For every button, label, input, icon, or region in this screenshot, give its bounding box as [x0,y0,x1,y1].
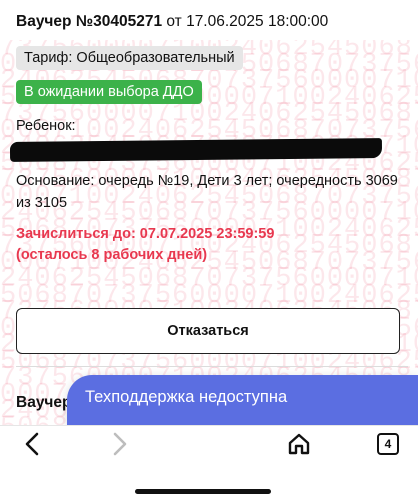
support-banner[interactable]: Техподдержка недоступна [67,375,418,425]
tabs-button[interactable]: 4 [368,426,408,462]
next-voucher-divider [16,366,408,367]
voucher-date: от 17.06.2025 18:00:00 [162,13,329,30]
watermark-line: 240625450687073756000071002406254 [0,264,418,294]
deadline-remaining: (осталось 8 рабочих дней) [16,247,208,263]
voucher-number: Ваучер №30405271 [16,13,163,30]
enrollment-deadline: Зачислиться до: 07.07.2025 23:59:59 (ост… [16,224,274,266]
forward-button[interactable] [100,426,140,462]
home-indicator [135,489,271,494]
refuse-button[interactable]: Отказаться [16,308,400,354]
child-label: Ребенок: [16,118,76,134]
home-button[interactable] [279,426,319,462]
support-label: Техподдержка недоступна [85,388,288,406]
home-icon [288,433,310,455]
chevron-right-icon [113,432,127,456]
tariff-badge: Тариф: Общеобразовательный [16,46,243,70]
redacted-child-name [9,138,383,162]
chevron-left-icon [25,432,39,456]
tabs-count-icon: 4 [377,433,399,455]
watermark-line: 506870737560000710024062545068707 [0,280,418,311]
watermark-line: 506870737560000710024062545068707 [0,346,418,377]
voucher-page: 7375600007100240625450687073756000007100… [0,0,418,425]
deadline-date: Зачислиться до: 07.07.2025 23:59:59 [16,226,275,242]
back-button[interactable] [12,426,52,462]
next-voucher-title[interactable]: Ваучер [16,394,72,412]
queue-basis: Основание: очередь №19, Дети 3 лет; очер… [16,173,398,211]
voucher-title: Ваучер №30405271 от 17.06.2025 18:00:00 [16,13,328,31]
status-badge: В ожидании выбора ДДО [16,80,202,104]
